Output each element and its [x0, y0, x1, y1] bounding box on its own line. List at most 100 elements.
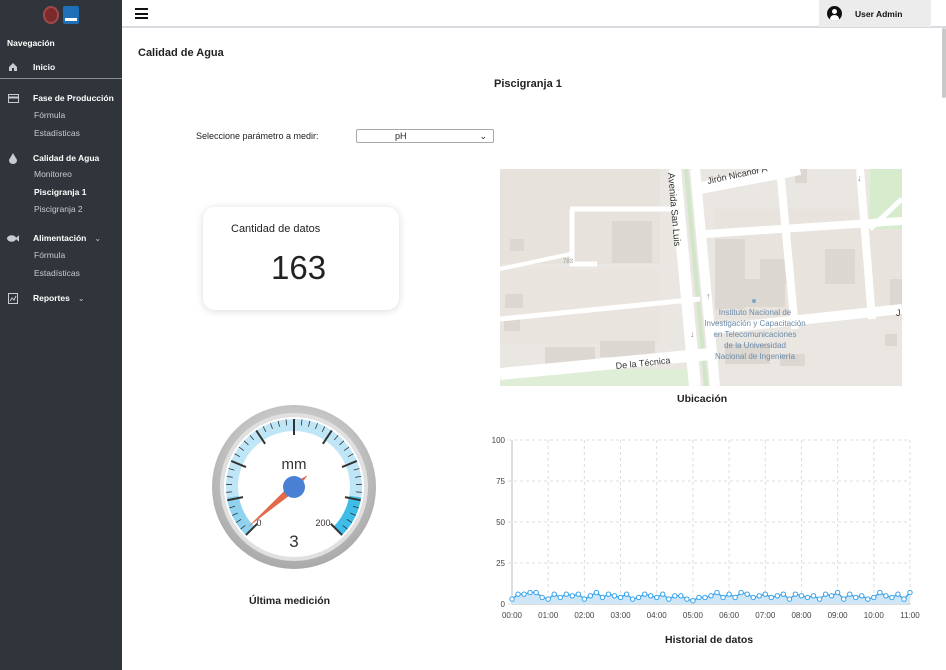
gauge-value-label: 3 — [289, 532, 298, 551]
chart-data-point — [593, 589, 600, 596]
parameter-select[interactable]: pH ⌄ — [356, 129, 494, 143]
chart-data-point — [865, 596, 871, 602]
logo — [0, 0, 122, 30]
chart-data-point — [702, 594, 708, 601]
top-bar: User Admin — [122, 0, 946, 28]
location-map[interactable]: Jirón Nicanor A Avenida San Luis De la T… — [500, 169, 902, 386]
sidebar-item-reports[interactable]: Reportes ⌄ — [0, 292, 122, 304]
chart-data-point — [563, 591, 569, 597]
chart-data-point — [647, 593, 654, 599]
chart-data-point — [515, 591, 521, 597]
sidebar-item-water-quality[interactable]: Calidad de Agua — [0, 152, 122, 164]
chart-data-point — [768, 594, 775, 601]
chart-data-point — [611, 593, 618, 599]
map-street-label: J — [896, 308, 901, 318]
sidebar-item-home[interactable]: Inicio — [0, 61, 122, 73]
chevron-down-icon: ⌄ — [77, 293, 85, 303]
chart-x-tick-label: 00:00 — [502, 611, 523, 620]
parameter-label: Seleccione parámetro a medir: — [196, 131, 319, 141]
nav-title: Navegación — [7, 38, 55, 48]
chart-data-point — [834, 589, 841, 596]
arrow-up-icon: ↑ — [706, 291, 711, 301]
chart-data-point — [551, 591, 557, 597]
sidebar-item-production[interactable]: Fase de Producción — [0, 92, 122, 104]
chart-data-point — [774, 593, 781, 599]
chart-data-point — [901, 596, 907, 602]
chart-x-tick-label: 11:00 — [900, 611, 920, 620]
user-menu[interactable]: User Admin — [819, 0, 931, 27]
chart-x-tick-label: 03:00 — [611, 611, 632, 620]
chevron-down-icon: ⌄ — [479, 131, 487, 141]
gauge-unit: mm — [282, 456, 307, 473]
fish-icon — [7, 232, 19, 244]
chart-data-point — [581, 596, 588, 602]
history-chart: 0 25 50 75 100 00:00 01:00 02:00 03:00 04:00 05:00… — [484, 432, 930, 622]
chart-y-tick-label: 0 — [501, 600, 506, 609]
sidebar-subitem-pond-1[interactable]: Piscigranja 1 — [34, 187, 86, 197]
chart-data-point — [889, 594, 895, 601]
chart-data-point — [762, 591, 768, 597]
sidebar-subitem-pond-2[interactable]: Piscigranja 2 — [34, 204, 83, 214]
arrow-down-icon: ↓ — [690, 329, 695, 339]
chart-data-point — [750, 594, 756, 601]
chart-data-point — [557, 594, 563, 601]
chart-data-point — [720, 594, 726, 601]
chart-x-tick-label: 07:00 — [755, 611, 776, 620]
chart-data-point — [883, 593, 889, 599]
chart-data-point — [654, 594, 660, 601]
chart-data-point — [786, 596, 793, 602]
chart-y-tick-label: 25 — [496, 559, 505, 568]
chart-data-point — [846, 591, 853, 597]
chart-data-point — [605, 591, 612, 597]
data-count-title: Cantidad de datos — [231, 223, 321, 235]
chart-data-point — [828, 593, 835, 599]
map-poi-label: Investigación y Capacitación — [704, 319, 805, 328]
chart-data-point — [678, 593, 684, 599]
sidebar-subitem-feeding-formula[interactable]: Fórmula — [34, 250, 65, 260]
gauge-hub — [283, 476, 305, 498]
sidebar-item-label: Fase de Producción — [33, 93, 114, 103]
chart-data-point — [599, 594, 606, 601]
sidebar-subitem-production-formula[interactable]: Fórmula — [34, 110, 65, 120]
chart-data-point — [587, 593, 594, 599]
chart-data-point — [822, 591, 829, 597]
scrollbar[interactable] — [942, 28, 946, 98]
map-building-number: 783 — [563, 259, 574, 265]
data-count-value: 163 — [271, 249, 327, 286]
map-poi-label: Instituto Nacional de — [719, 308, 792, 317]
chart-data-point — [798, 593, 805, 599]
sidebar-subitem-monitoring[interactable]: Monitoreo — [34, 169, 72, 179]
chart-data-point — [792, 591, 799, 597]
institute-logo — [63, 6, 79, 24]
chart-x-tick-label: 06:00 — [719, 611, 740, 620]
user-avatar-icon — [827, 6, 842, 21]
chart-data-point — [666, 596, 672, 602]
chevron-down-icon: ⌄ — [94, 233, 102, 243]
card-icon — [7, 92, 19, 104]
sidebar-subitem-production-stats[interactable]: Estadísticas — [34, 128, 80, 138]
pond-title: Piscigranja 1 — [494, 78, 562, 90]
map-poi-label: en Telecomunicaciones — [713, 330, 796, 339]
sidebar: Navegación Inicio Fase de Producción Fór… — [0, 0, 122, 670]
sidebar-item-feeding[interactable]: Alimentación ⌄ — [0, 232, 122, 244]
map-caption: Ubicación — [677, 393, 728, 405]
chart-data-point — [859, 593, 865, 599]
menu-toggle-icon[interactable] — [135, 8, 148, 19]
chart-data-point — [756, 593, 762, 599]
gauge-caption: Última medición — [249, 595, 331, 607]
chart-data-point — [907, 589, 913, 596]
sidebar-subitem-feeding-stats[interactable]: Estadísticas — [34, 268, 80, 278]
sidebar-item-label: Calidad de Agua — [33, 153, 100, 163]
chart-data-point — [575, 591, 582, 597]
chart-data-point — [641, 591, 648, 597]
chart-data-point — [660, 591, 666, 597]
home-icon — [7, 61, 19, 73]
gauge-max-label: 200 — [315, 518, 330, 528]
chart-x-tick-label: 08:00 — [791, 611, 812, 620]
sidebar-item-label: Inicio — [33, 62, 56, 72]
parameter-select-value: pH — [395, 131, 407, 141]
map-poi-label: Nacional de Ingeniería — [715, 352, 796, 361]
chart-data-point — [877, 589, 883, 596]
university-seal-logo — [43, 6, 59, 24]
chart-data-point — [726, 591, 732, 597]
